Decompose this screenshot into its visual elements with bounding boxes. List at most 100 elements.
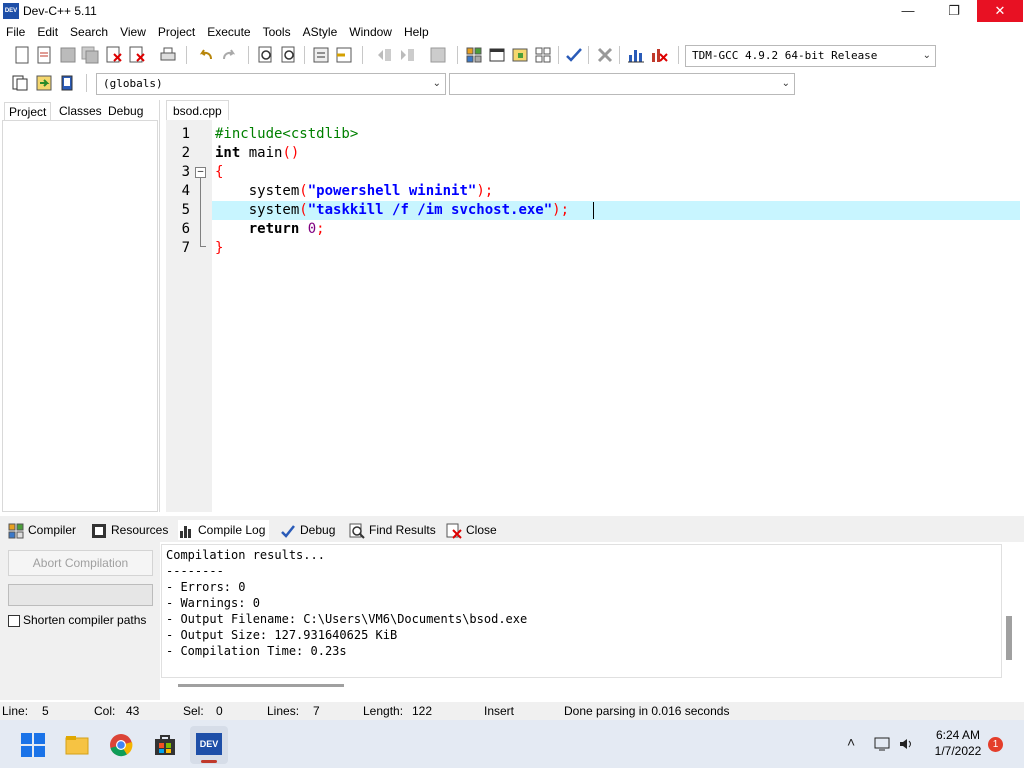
bookmark-icon[interactable] [334, 45, 354, 65]
store-icon[interactable] [152, 732, 178, 758]
undo-icon[interactable] [196, 45, 216, 65]
goto-line-icon[interactable] [311, 45, 331, 65]
log-line: - Errors: 0 [166, 580, 246, 594]
menu-edit[interactable]: Edit [31, 22, 64, 42]
delete-profile-icon[interactable] [649, 45, 669, 65]
text-caret [593, 202, 594, 219]
code-editor[interactable] [212, 120, 1024, 512]
tab-close[interactable]: Close [446, 520, 497, 540]
find-icon[interactable] [256, 45, 276, 65]
code-line: int main() [215, 145, 300, 161]
fold-guide [200, 178, 201, 246]
toolbar-toggle-icon[interactable] [510, 45, 530, 65]
code-line: system("powershell wininit"); [215, 183, 494, 199]
toggle-bookmark-icon[interactable] [34, 73, 54, 93]
profile-analysis-icon[interactable] [626, 45, 646, 65]
line-number: 3 [181, 164, 190, 180]
compiler-select[interactable]: TDM-GCC 4.9.2 64-bit Release ⌄ [685, 45, 936, 67]
chevron-down-icon: ⌄ [922, 50, 931, 61]
tab-label: Resources [111, 523, 169, 537]
network-icon[interactable] [874, 736, 890, 752]
tab-find-results[interactable]: Find Results [349, 520, 436, 540]
tab-classes[interactable]: Classes [55, 102, 106, 120]
start-windows-icon[interactable] [20, 732, 46, 758]
tab-debug-output[interactable]: Debug [280, 520, 335, 540]
close-button[interactable]: ✕ [977, 0, 1023, 22]
fullscreen-icon[interactable] [487, 45, 507, 65]
toolbar-separator [619, 46, 620, 64]
line-number: 4 [181, 183, 190, 199]
maximize-button[interactable]: ❐ [931, 0, 977, 22]
notification-badge[interactable]: 1 [988, 737, 1003, 752]
unindent-icon[interactable] [374, 45, 394, 65]
menu-execute[interactable]: Execute [201, 22, 256, 42]
menu-file[interactable]: File [0, 22, 31, 42]
chrome-icon[interactable] [108, 732, 134, 758]
indent-icon[interactable] [397, 45, 417, 65]
close-all-icon[interactable] [127, 45, 147, 65]
menu-tools[interactable]: Tools [257, 22, 297, 42]
menu-project[interactable]: Project [152, 22, 201, 42]
clock[interactable]: 6:24 AM 1/7/2022 [920, 727, 996, 759]
log-line: - Output Size: 127.931640625 KiB [166, 628, 398, 642]
new-file-icon[interactable] [12, 45, 32, 65]
replace-icon[interactable] [279, 45, 299, 65]
chevron-up-icon[interactable]: ˄ [847, 734, 855, 750]
file-tab[interactable]: bsod.cpp [166, 100, 229, 120]
close-file-icon[interactable] [104, 45, 124, 65]
compile-log-output[interactable]: Compilation results... -------- - Errors: … [161, 544, 1002, 678]
print-icon[interactable] [158, 45, 178, 65]
tab-label: Debug [300, 523, 336, 537]
code-line: #include<cstdlib> [215, 126, 359, 142]
toolbar-separator [588, 46, 589, 64]
syntax-check-icon[interactable] [564, 45, 584, 65]
status-lines-label: Lines: [267, 704, 300, 718]
minimize-button[interactable]: — [885, 0, 931, 22]
tab-project[interactable]: Project [4, 102, 52, 120]
menu-help[interactable]: Help [398, 22, 435, 42]
menu-window[interactable]: Window [343, 22, 398, 42]
toggle-comment-icon[interactable] [428, 45, 448, 65]
scope-select[interactable]: (globals) ⌄ [96, 73, 446, 95]
open-file-icon[interactable] [34, 45, 54, 65]
compiler-select-value: TDM-GCC 4.9.2 64-bit Release [692, 49, 878, 62]
tab-debug[interactable]: Debug [104, 102, 147, 120]
tab-compiler[interactable]: Compiler [8, 520, 76, 540]
find-results-icon [349, 523, 365, 539]
menu-search[interactable]: Search [64, 22, 114, 42]
toolbar-separator [558, 46, 559, 64]
abort-compilation-button[interactable]: Abort Compilation [8, 550, 153, 576]
fold-collapse-icon[interactable]: – [195, 167, 206, 178]
line-number: 5 [181, 202, 190, 218]
checkbox-box[interactable] [8, 614, 20, 627]
chevron-down-icon: ⌄ [432, 78, 441, 89]
log-vertical-scrollbar[interactable] [1006, 616, 1012, 660]
status-insert-mode: Insert [484, 704, 515, 718]
menu-astyle[interactable]: AStyle [297, 22, 344, 42]
toolbar-separator [186, 46, 187, 64]
volume-icon[interactable] [898, 736, 914, 752]
save-icon[interactable] [58, 45, 78, 65]
stop-execution-icon[interactable] [595, 45, 615, 65]
devcpp-taskbar-icon: DEV [196, 733, 222, 755]
log-line: Compilation results... [166, 548, 325, 562]
line-number: 2 [181, 145, 190, 161]
menu-view[interactable]: View [114, 22, 152, 42]
shorten-paths-checkbox[interactable]: Shorten compiler paths [8, 613, 146, 627]
member-select[interactable]: ⌄ [449, 73, 795, 95]
log-horizontal-scrollbar[interactable] [178, 684, 344, 687]
tab-compile-log[interactable]: Compile Log [178, 520, 270, 540]
save-all-icon[interactable] [80, 45, 100, 65]
secondary-toolbar: (globals) ⌄ ⌄ [0, 70, 800, 98]
bottom-tab-bar: Compiler Resources Compile Log Debug Fin… [0, 516, 1024, 542]
layout-icon[interactable] [533, 45, 553, 65]
insert-code-icon[interactable] [10, 73, 30, 93]
redo-icon[interactable] [219, 45, 239, 65]
file-explorer-icon[interactable] [64, 732, 90, 758]
toolbar-separator [304, 46, 305, 64]
tab-label: Compiler [28, 523, 77, 537]
class-browser-icon[interactable] [464, 45, 484, 65]
goto-bookmark-icon[interactable] [57, 73, 77, 93]
project-tree[interactable] [2, 120, 158, 512]
tab-resources[interactable]: Resources [91, 520, 168, 540]
